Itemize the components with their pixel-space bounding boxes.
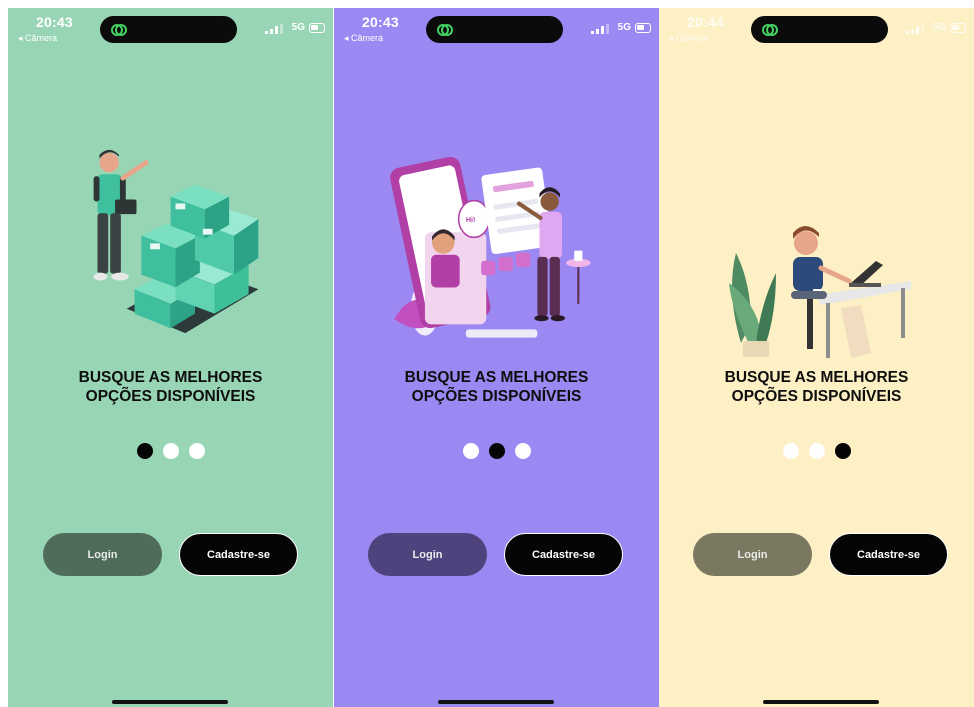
home-indicator[interactable] (112, 700, 228, 704)
signal-icon (265, 24, 283, 34)
dynamic-island (100, 16, 237, 43)
title-line-1: BUSQUE AS MELHORES (724, 369, 909, 386)
status-bar: 20:43 ◂ Câmera 5G (334, 8, 659, 48)
page-indicator (659, 443, 974, 459)
signal-icon (906, 24, 924, 34)
page-dot-3[interactable] (834, 443, 851, 459)
title-line-2: OPÇÕES DISPONÍVEIS (731, 388, 902, 405)
page-dot-2[interactable] (488, 443, 505, 459)
onboarding-title: BUSQUE AS MELHORES OPÇÕES DISPONÍVEIS (8, 368, 333, 406)
title-line-1: BUSQUE AS MELHORES (404, 369, 589, 386)
laptop-work-illustration (729, 226, 911, 358)
status-bar: 20:43 ◂ Câmera 5G (8, 8, 333, 48)
status-time: 20:43 (36, 14, 73, 30)
onboarding-title: BUSQUE AS MELHORES OPÇÕES DISPONÍVEIS (659, 368, 974, 406)
page-indicator (334, 443, 659, 459)
page-dot-2[interactable] (808, 443, 825, 459)
login-button[interactable]: Login (693, 533, 812, 576)
page-dot-3[interactable] (514, 443, 531, 459)
page-dot-1[interactable] (462, 443, 479, 459)
network-label: 5G (617, 22, 631, 33)
dynamic-island (751, 16, 888, 43)
status-time: 20:43 (362, 14, 399, 30)
signup-button[interactable]: Cadastre-se (829, 533, 948, 576)
app-link-icon (762, 24, 778, 36)
network-label: 5G (291, 22, 305, 33)
page-dot-1[interactable] (782, 443, 799, 459)
onboarding-screen-2: 20:43 ◂ Câmera 5G Hi! BUSQUE AS MELHORES… (334, 8, 659, 707)
back-to-camera-link[interactable]: ◂ Câmera (18, 33, 57, 44)
signup-button[interactable]: Cadastre-se (504, 533, 623, 576)
battery-icon (950, 23, 966, 33)
svg-text:Hi!: Hi! (466, 216, 476, 224)
network-label: 5G (932, 22, 946, 33)
app-link-icon (111, 24, 127, 36)
onboarding-screen-3: 20:44 ◂ Câmera 5G BUSQUE AS MELHORES OPÇ… (659, 8, 974, 707)
status-bar: 20:44 ◂ Câmera 5G (659, 8, 974, 48)
signal-icon (591, 24, 609, 34)
login-button[interactable]: Login (368, 533, 487, 576)
page-indicator (8, 443, 333, 459)
page-dot-3[interactable] (188, 443, 205, 459)
back-to-camera-link[interactable]: ◂ Câmera (669, 33, 708, 44)
delivery-boxes-illustration (93, 149, 259, 334)
back-to-camera-link[interactable]: ◂ Câmera (344, 33, 383, 44)
login-button[interactable]: Login (43, 533, 162, 576)
onboarding-title: BUSQUE AS MELHORES OPÇÕES DISPONÍVEIS (334, 368, 659, 406)
video-call-illustration: Hi! (390, 156, 591, 338)
battery-icon (309, 23, 325, 33)
page-dot-2[interactable] (162, 443, 179, 459)
title-line-2: OPÇÕES DISPONÍVEIS (411, 388, 582, 405)
home-indicator[interactable] (438, 700, 554, 704)
title-line-1: BUSQUE AS MELHORES (78, 369, 263, 386)
battery-icon (635, 23, 651, 33)
onboarding-screen-1: 20:43 ◂ Câmera 5G BUSQUE AS MELHORES OPÇ… (8, 8, 333, 707)
dynamic-island (426, 16, 563, 43)
status-time: 20:44 (687, 14, 724, 30)
signup-button[interactable]: Cadastre-se (179, 533, 298, 576)
title-line-2: OPÇÕES DISPONÍVEIS (85, 388, 256, 405)
home-indicator[interactable] (763, 700, 879, 704)
app-link-icon (437, 24, 453, 36)
page-dot-1[interactable] (136, 443, 153, 459)
